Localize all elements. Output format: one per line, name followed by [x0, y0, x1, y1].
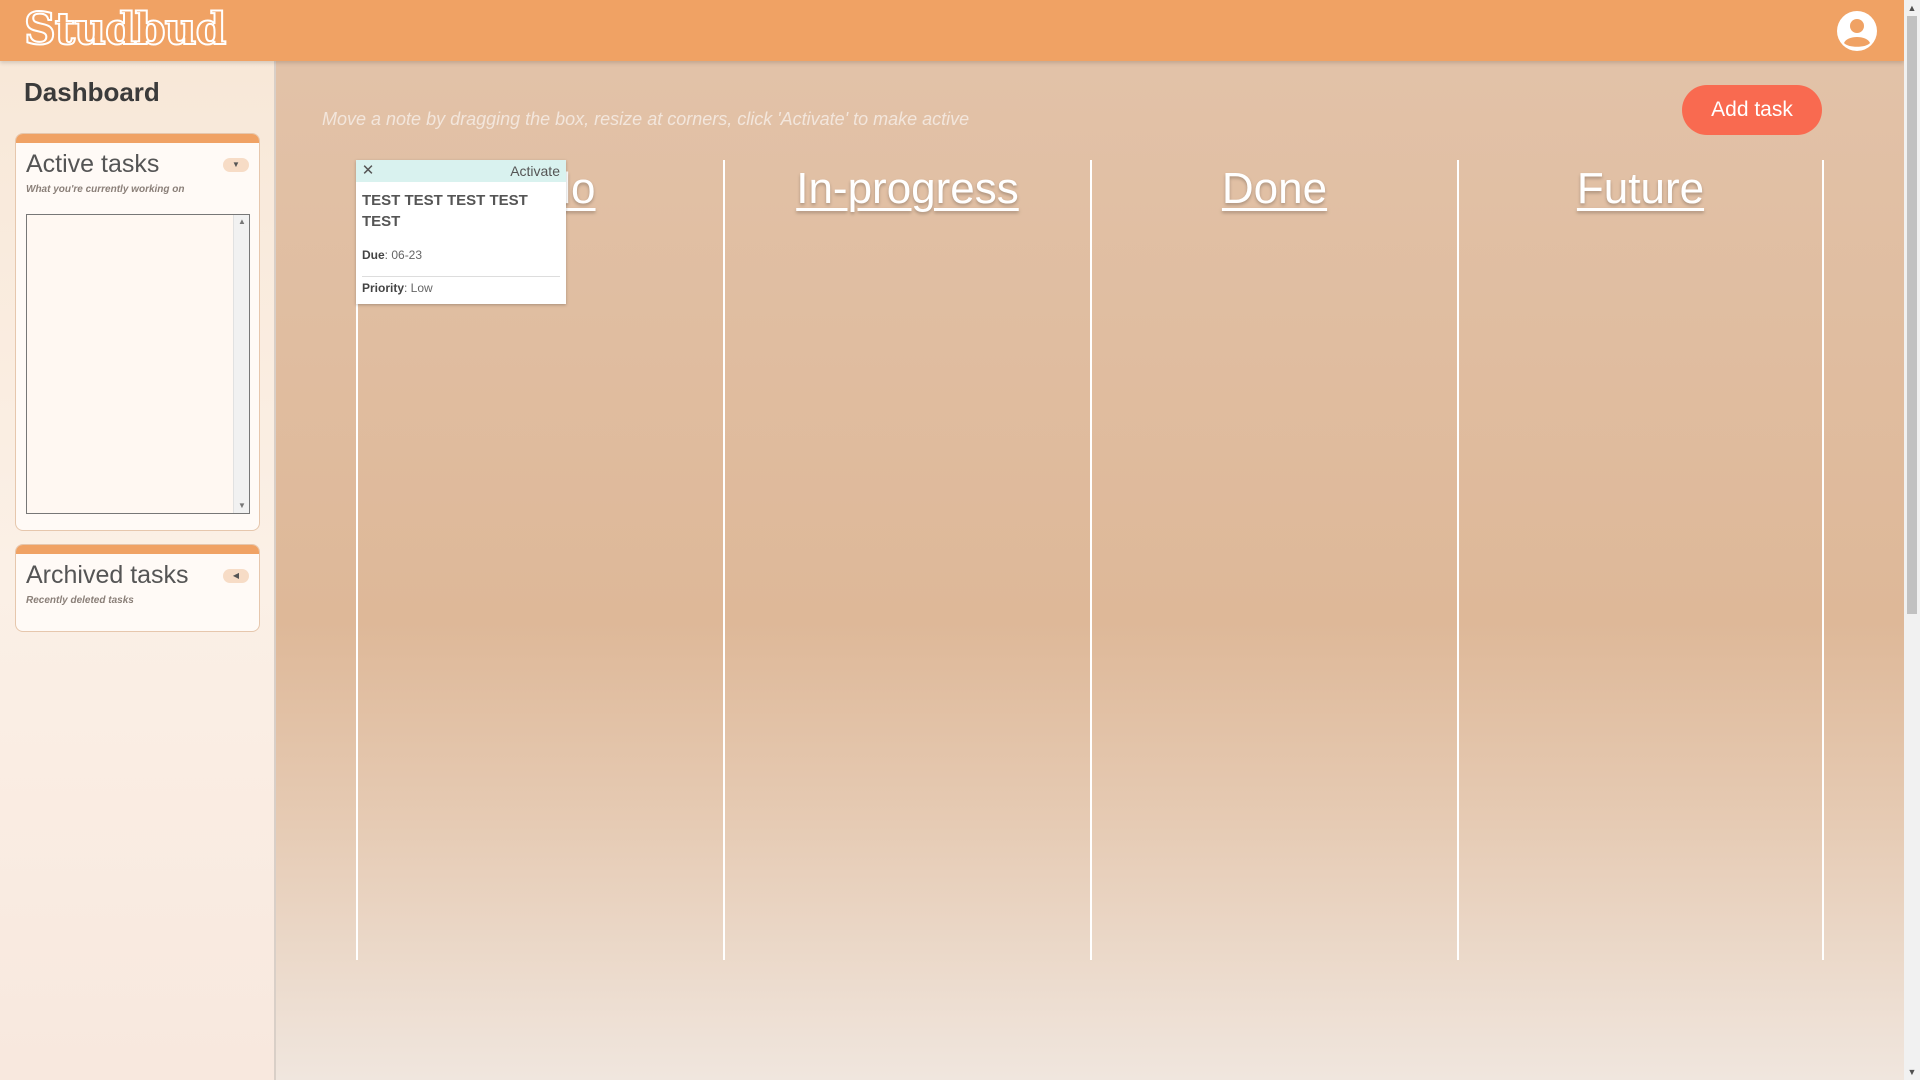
note-due: Due: 06-23 — [362, 248, 422, 262]
scroll-up-icon[interactable]: ▲ — [1904, 0, 1920, 16]
column-in-progress[interactable]: In-progress — [723, 160, 1090, 960]
column-title: Future — [1576, 164, 1705, 213]
note-title: TEST TEST TEST TEST TEST — [362, 192, 528, 230]
kanban-columns: To-do In-progress Done Future — [356, 160, 1824, 960]
archived-tasks-subtitle: Recently deleted tasks — [26, 595, 134, 606]
scroll-down-icon[interactable]: ▼ — [1904, 1064, 1920, 1080]
note-priority: Priority: Low — [362, 281, 433, 295]
priority-value: : Low — [404, 281, 433, 295]
active-tasks-panel: Active tasks ▼ What you're currently wor… — [15, 133, 260, 531]
active-tasks-title: Active tasks — [26, 150, 160, 178]
top-bar: Studbud — [0, 0, 1904, 61]
archived-tasks-title: Archived tasks — [26, 561, 189, 589]
sidebar-title: Dashboard — [24, 77, 160, 107]
sidebar: Dashboard Active tasks ▼ What you're cur… — [0, 61, 276, 1080]
task-list-scrollbar[interactable]: ▲ ▼ — [233, 215, 249, 513]
archived-tasks-panel: Archived tasks ◀ Recently deleted tasks — [15, 544, 260, 632]
activate-button[interactable]: Activate — [510, 160, 560, 182]
due-label: Due — [362, 248, 385, 262]
active-tasks-list[interactable]: ▲ ▼ — [26, 214, 250, 514]
panel-accent-bar — [16, 545, 259, 554]
add-task-button[interactable]: Add task — [1682, 85, 1822, 135]
scroll-up-icon[interactable]: ▲ — [234, 215, 250, 229]
scrollbar-thumb[interactable] — [1907, 16, 1917, 614]
user-circle-icon[interactable] — [1836, 10, 1878, 52]
app-logo[interactable]: Studbud — [23, 3, 227, 56]
close-icon[interactable]: ✕ — [360, 160, 376, 182]
priority-label: Priority — [362, 281, 405, 295]
triangle-left-icon[interactable]: ◀ — [223, 569, 249, 583]
page-scrollbar[interactable]: ▲ ▼ — [1904, 0, 1920, 1080]
due-value: : 06-23 — [384, 248, 423, 262]
column-title: In-progress — [796, 164, 1019, 213]
task-note[interactable]: ✕ Activate TEST TEST TEST TEST TEST Due:… — [356, 160, 566, 304]
scroll-down-icon[interactable]: ▼ — [234, 499, 250, 513]
column-done[interactable]: Done — [1090, 160, 1457, 960]
panel-accent-bar — [16, 134, 259, 143]
active-tasks-subtitle: What you're currently working on — [26, 184, 185, 195]
column-future[interactable]: Future — [1457, 160, 1824, 960]
column-title: Done — [1221, 164, 1328, 213]
triangle-down-icon[interactable]: ▼ — [223, 158, 249, 172]
note-header[interactable]: ✕ Activate — [356, 160, 566, 182]
divider — [362, 276, 560, 277]
board-hint: Move a note by dragging the box, resize … — [322, 109, 970, 129]
